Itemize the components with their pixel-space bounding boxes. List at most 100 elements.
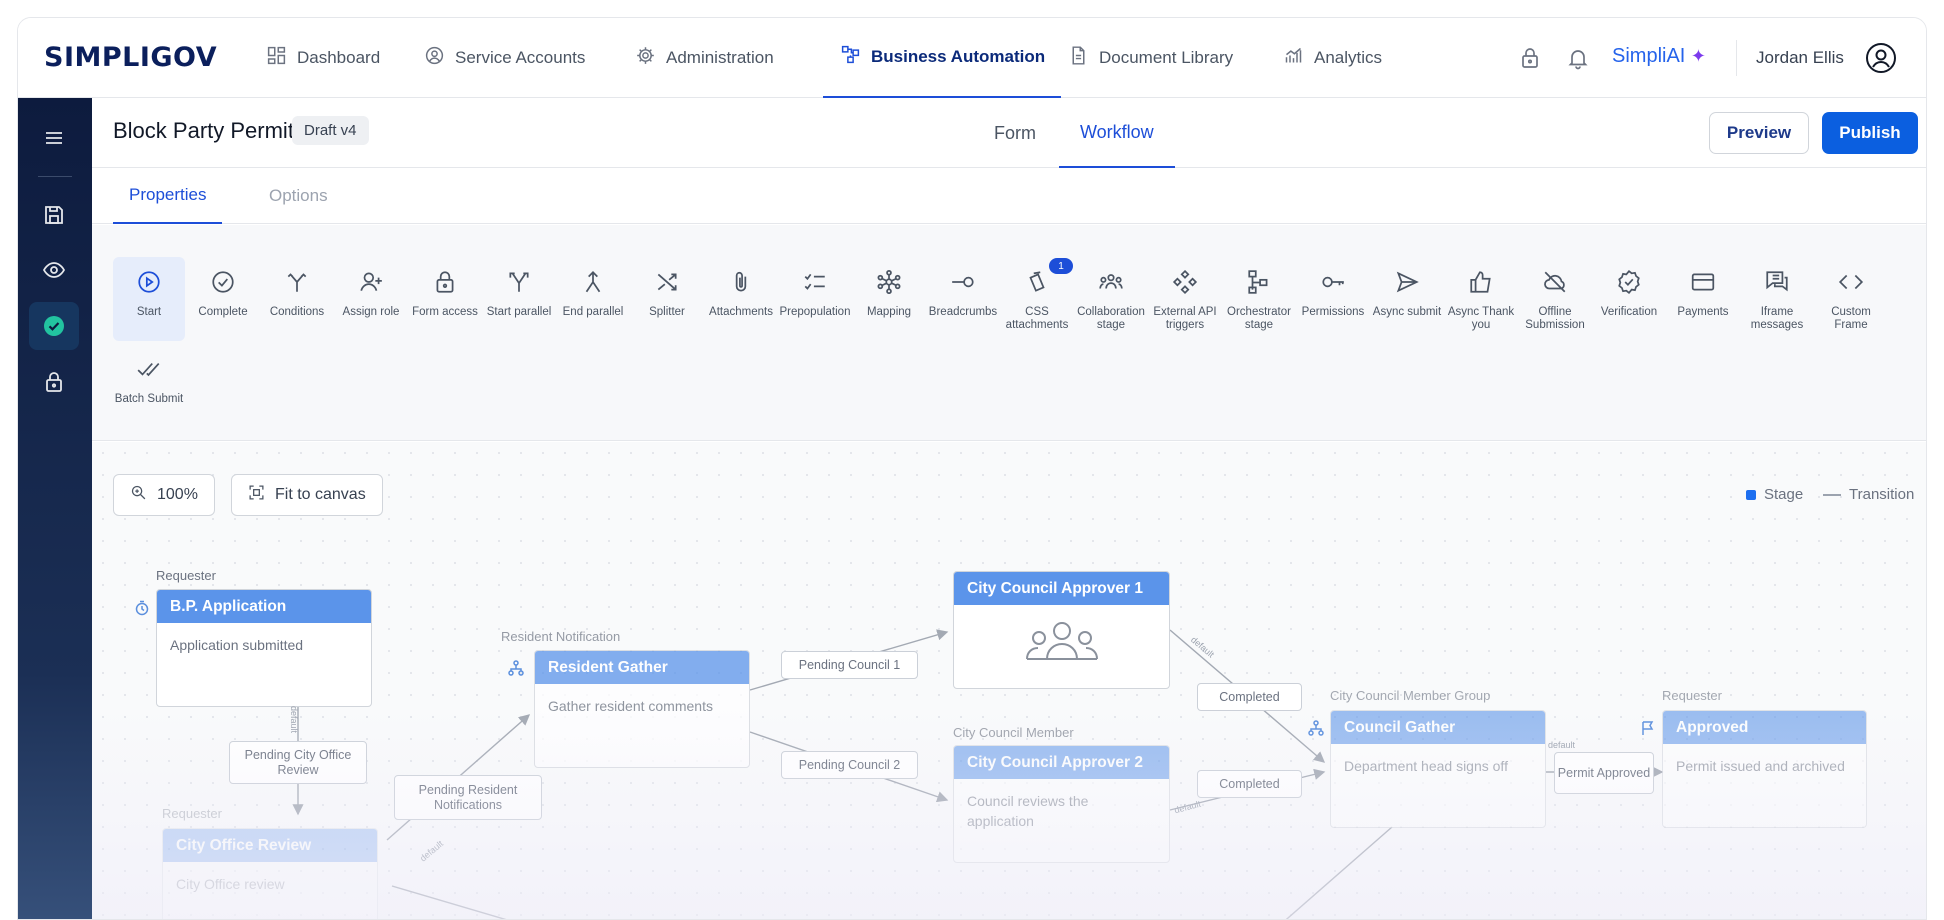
legend-transition-label: Transition bbox=[1849, 486, 1915, 503]
tool-label: Attachments bbox=[709, 306, 773, 318]
lock-icon[interactable] bbox=[29, 358, 79, 406]
transition-label[interactable]: Pending Resident Notifications bbox=[394, 775, 542, 820]
nav-business-automation[interactable]: Business Automation bbox=[823, 18, 1062, 98]
stage-node-city-office-review[interactable]: City Office Review City Office review bbox=[162, 828, 378, 919]
tool-iframe-messages[interactable]: Iframe messages bbox=[1741, 257, 1813, 341]
node-description: Application submitted bbox=[170, 637, 304, 653]
check-circle-icon bbox=[210, 269, 236, 300]
tool-label: Mapping bbox=[866, 306, 912, 318]
split-arrows-icon bbox=[506, 269, 532, 300]
nav-administration[interactable]: Administration bbox=[635, 18, 774, 98]
stage-node-city-council-approver-2[interactable]: City Council Approver 2 Council reviews … bbox=[953, 745, 1170, 863]
menu-icon[interactable] bbox=[29, 114, 79, 162]
nav-label: Analytics bbox=[1314, 48, 1383, 67]
tool-batch-submit[interactable]: Batch Submit bbox=[113, 344, 185, 428]
bell-icon[interactable] bbox=[1566, 46, 1590, 70]
stage-node-bp-application[interactable]: B.P. Application Application submitted bbox=[156, 589, 372, 707]
tool-orchestrator-stage[interactable]: Orchestrator stage bbox=[1223, 257, 1295, 341]
zoom-in-icon bbox=[130, 484, 147, 506]
node-title: City Office Review bbox=[163, 829, 377, 862]
tool-complete[interactable]: Complete bbox=[187, 257, 259, 341]
tool-start-parallel[interactable]: Start parallel bbox=[483, 257, 555, 341]
save-icon[interactable] bbox=[29, 191, 79, 239]
stage-node-council-gather[interactable]: Council Gather Department head signs off bbox=[1330, 710, 1546, 828]
user-name[interactable]: Jordan Ellis bbox=[1756, 48, 1844, 68]
user-plus-icon bbox=[358, 269, 384, 300]
double-check-icon bbox=[136, 356, 162, 387]
tool-label: Async Thank you bbox=[1447, 306, 1515, 331]
tool-splitter[interactable]: Splitter bbox=[631, 257, 703, 341]
hierarchy-icon bbox=[508, 660, 524, 676]
avatar-icon[interactable] bbox=[1865, 42, 1897, 74]
node-description: Permit issued and archived bbox=[1676, 758, 1845, 774]
merge-arrows-icon bbox=[580, 269, 606, 300]
publish-button[interactable]: Publish bbox=[1822, 112, 1918, 154]
nav-label: Dashboard bbox=[297, 48, 381, 67]
tool-async-submit[interactable]: Async submit bbox=[1371, 257, 1443, 341]
key-icon bbox=[1320, 269, 1346, 300]
fit-to-canvas-button[interactable]: Fit to canvas bbox=[231, 474, 383, 516]
tool-label: Complete bbox=[198, 306, 248, 318]
tool-assign-role[interactable]: Assign role bbox=[335, 257, 407, 341]
transition-label[interactable]: Pending Council 1 bbox=[781, 651, 918, 679]
checklist-icon bbox=[802, 269, 828, 300]
tool-form-access[interactable]: Form access bbox=[409, 257, 481, 341]
transition-label[interactable]: Completed bbox=[1197, 770, 1302, 798]
nav-dashboard[interactable]: Dashboard bbox=[266, 18, 380, 98]
left-sidebar bbox=[18, 98, 92, 919]
user-circle-icon bbox=[424, 45, 445, 71]
tab-properties[interactable]: Properties bbox=[113, 168, 223, 224]
nav-service-accounts[interactable]: Service Accounts bbox=[424, 18, 585, 98]
tool-label: Breadcrumbs bbox=[928, 306, 998, 318]
tool-permissions[interactable]: Permissions bbox=[1297, 257, 1369, 341]
transition-label[interactable]: Pending City Office Review bbox=[229, 741, 367, 784]
transition-line[interactable] bbox=[1272, 826, 1393, 920]
tool-start[interactable]: Start bbox=[113, 257, 185, 341]
tool-breadcrumbs[interactable]: Breadcrumbs bbox=[927, 257, 999, 341]
transition-label[interactable]: Permit Approved bbox=[1554, 752, 1654, 794]
lock-icon[interactable] bbox=[1518, 46, 1542, 70]
zoom-button[interactable]: 100% bbox=[113, 474, 215, 516]
transition-label[interactable]: Completed bbox=[1197, 683, 1302, 711]
tool-label: Collaboration stage bbox=[1077, 306, 1145, 331]
check-circle-icon[interactable] bbox=[29, 302, 79, 350]
eye-icon[interactable] bbox=[29, 246, 79, 294]
node-description: Department head signs off bbox=[1344, 758, 1508, 774]
tool-prepopulation[interactable]: Prepopulation bbox=[779, 257, 851, 341]
api-diamond-icon bbox=[1172, 269, 1198, 300]
tool-external-api-triggers[interactable]: External API triggers bbox=[1149, 257, 1221, 341]
nav-document-library[interactable]: Document Library bbox=[1068, 18, 1233, 98]
preview-button[interactable]: Preview bbox=[1709, 112, 1809, 154]
tool-label: Iframe messages bbox=[1750, 306, 1804, 331]
node-role: Requester bbox=[156, 568, 216, 583]
tool-attachments[interactable]: Attachments bbox=[705, 257, 777, 341]
transition-label[interactable]: Pending Council 2 bbox=[781, 751, 918, 779]
tool-verification[interactable]: Verification bbox=[1593, 257, 1665, 341]
tab-form[interactable]: Form bbox=[994, 98, 1036, 168]
tab-options[interactable]: Options bbox=[269, 168, 328, 224]
nav-analytics[interactable]: Analytics bbox=[1283, 18, 1382, 98]
tab-workflow[interactable]: Workflow bbox=[1059, 98, 1175, 168]
simpliai-button[interactable]: SimpliAI ✦ bbox=[1612, 45, 1706, 68]
transition-swatch bbox=[1823, 493, 1841, 496]
stage-node-approved[interactable]: Approved Permit issued and archived bbox=[1662, 710, 1867, 828]
paperclip-icon bbox=[728, 269, 754, 300]
tool-offline-submission[interactable]: Offline Submission bbox=[1519, 257, 1591, 341]
top-navigation: SIMPLIGOV Dashboard Service Accounts Adm… bbox=[18, 18, 1926, 98]
tool-end-parallel[interactable]: End parallel bbox=[557, 257, 629, 341]
tool-css-attachments[interactable]: 1 CSS attachments bbox=[1001, 257, 1073, 341]
stage-node-resident-gather[interactable]: Resident Gather Gather resident comments bbox=[534, 650, 750, 768]
tool-async-thank-you[interactable]: Async Thank you bbox=[1445, 257, 1517, 341]
tool-custom-frame[interactable]: Custom Frame bbox=[1815, 257, 1887, 341]
transition-line[interactable] bbox=[391, 885, 582, 920]
legend-stage: Stage bbox=[1746, 486, 1803, 503]
workflow-canvas[interactable]: 100% Fit to canvas Stage Transition Requ… bbox=[92, 442, 1926, 920]
simpligov-logo[interactable]: SIMPLIGOV bbox=[44, 42, 217, 73]
tool-label: Start bbox=[136, 306, 162, 318]
tool-conditions[interactable]: Conditions bbox=[261, 257, 333, 341]
stage-node-city-council-approver-1[interactable]: City Council Approver 1 bbox=[953, 571, 1170, 689]
tool-collaboration-stage[interactable]: Collaboration stage bbox=[1075, 257, 1147, 341]
fit-screen-icon bbox=[248, 484, 265, 506]
tool-mapping[interactable]: Mapping bbox=[853, 257, 925, 341]
tool-payments[interactable]: Payments bbox=[1667, 257, 1739, 341]
